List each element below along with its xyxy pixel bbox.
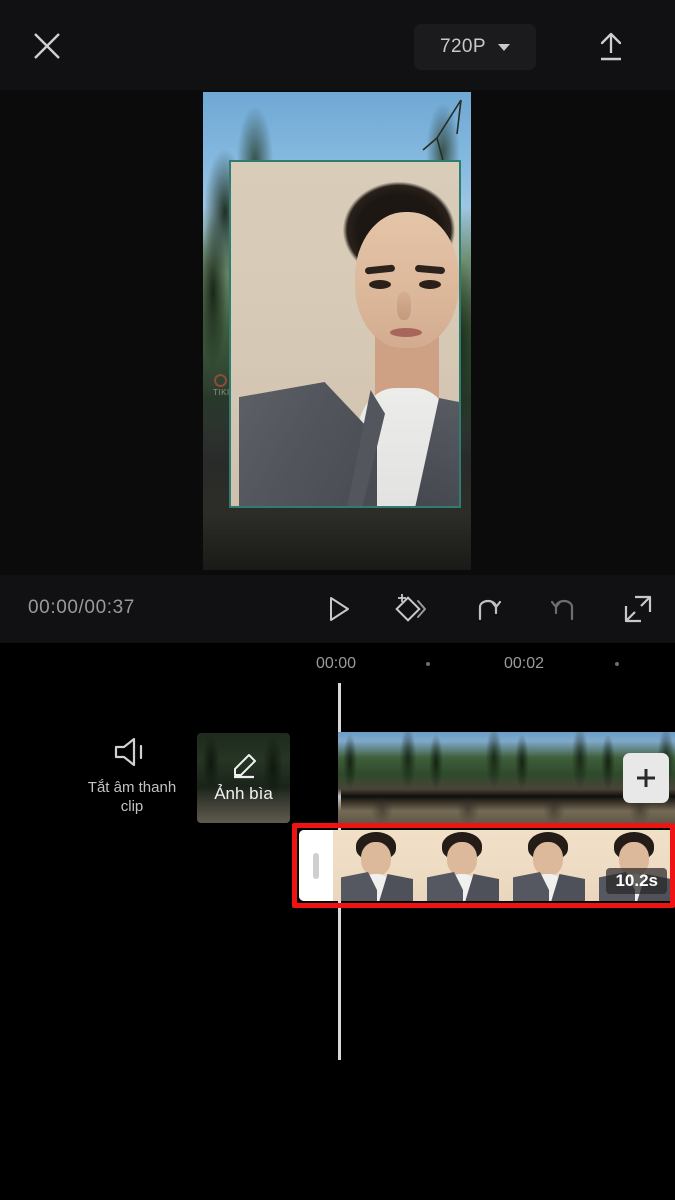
timeline-ruler[interactable]: 00:00 00:02 <box>0 643 675 683</box>
main-track-thumbnail[interactable] <box>338 732 424 824</box>
export-button[interactable] <box>588 24 634 70</box>
portrait-overlay-clip[interactable] <box>229 160 461 508</box>
portrait-nose <box>397 292 411 320</box>
close-icon <box>34 33 60 59</box>
watermark-text: TIKI <box>213 388 230 397</box>
video-editor-screen: 720P TIKI 00:00/00:37 00:00 00:02 Tắt âm… <box>0 0 675 1200</box>
selected-clip-highlight <box>292 823 675 908</box>
portrait-mouth <box>390 328 422 337</box>
bottom-toolbar: ng ʝ Xóa <box>0 1060 675 1200</box>
close-button[interactable] <box>26 25 68 67</box>
portrait-eye-right <box>419 280 441 289</box>
fullscreen-icon <box>624 595 652 623</box>
cover-image-label: Ảnh bìa <box>214 784 273 803</box>
cover-image-button[interactable]: Ảnh bìa <box>197 733 290 823</box>
plus-icon <box>637 769 655 787</box>
resolution-label: 720P <box>440 36 486 57</box>
mute-audio-label: Tắt âm thanh clip <box>87 779 177 815</box>
playback-control-bar: 00:00/00:37 <box>0 575 675 643</box>
undo-button[interactable] <box>466 589 510 629</box>
timecode-display: 00:00/00:37 <box>28 597 135 618</box>
chevron-down-icon <box>497 43 510 51</box>
pencil-edit-icon <box>233 754 256 779</box>
clip-duration-badge: 10.2s <box>606 868 667 894</box>
mute-audio-button[interactable]: Tắt âm thanh clip <box>80 735 184 830</box>
resolution-dropdown[interactable]: 720P <box>414 24 536 70</box>
add-clip-button[interactable] <box>623 753 669 803</box>
add-keyframe-button[interactable] <box>390 589 434 629</box>
speaker-mute-icon <box>114 737 143 767</box>
main-track-thumbnail[interactable] <box>510 732 596 824</box>
undo-icon <box>478 599 502 621</box>
add-keyframe-icon <box>395 594 426 622</box>
play-button[interactable] <box>316 589 360 629</box>
ruler-tick-label: 00:00 <box>315 655 357 672</box>
portrait-eye-left <box>369 280 391 289</box>
watermark-logo <box>214 374 227 387</box>
ruler-tick-dot <box>426 662 430 666</box>
redo-icon <box>550 599 574 621</box>
upload-icon <box>600 32 622 61</box>
ruler-tick-dot <box>615 662 619 666</box>
video-preview[interactable]: TIKI <box>0 90 675 575</box>
top-bar: 720P <box>0 0 675 90</box>
main-track-thumbnail[interactable] <box>424 732 510 824</box>
ruler-tick-label: 00:02 <box>503 655 545 672</box>
fullscreen-button[interactable] <box>616 589 660 629</box>
redo-button[interactable] <box>542 589 586 629</box>
video-canvas[interactable]: TIKI <box>203 92 471 570</box>
play-icon <box>330 597 349 621</box>
